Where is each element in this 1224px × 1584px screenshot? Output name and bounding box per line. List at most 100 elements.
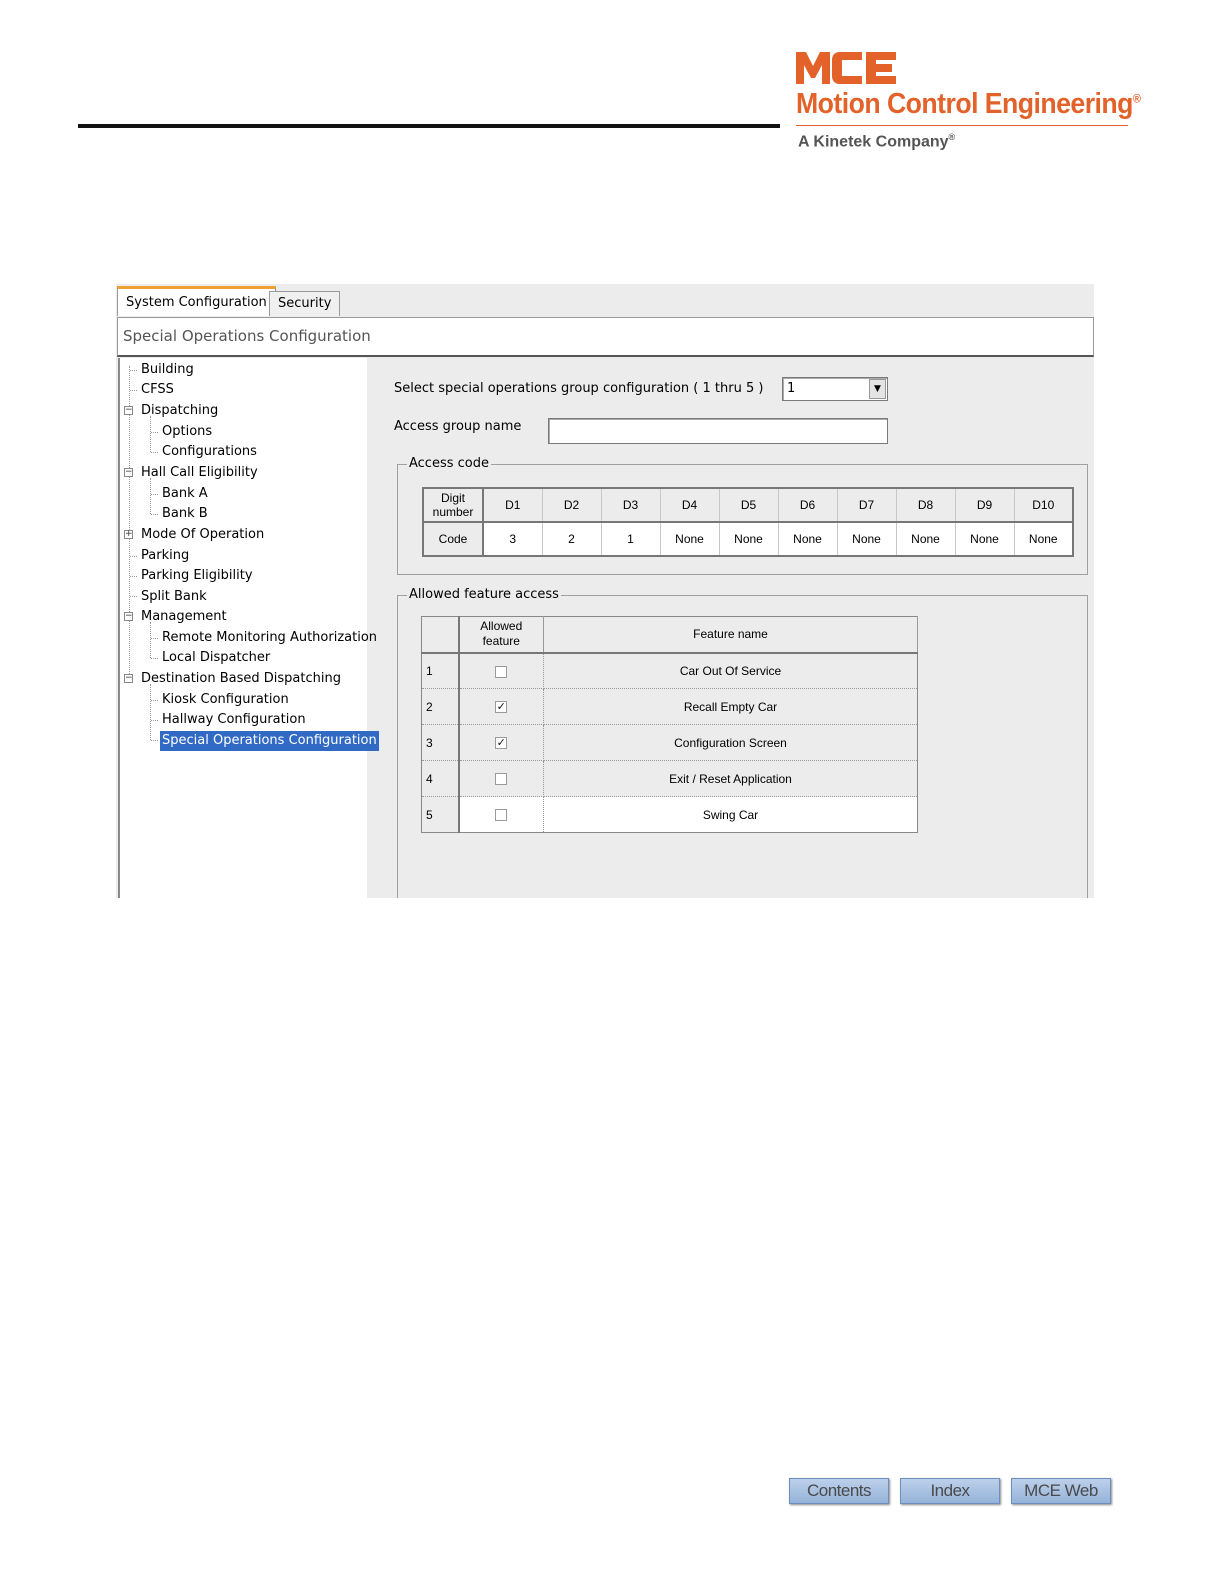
feature-name: Recall Empty Car [543,688,918,725]
code-cell[interactable]: None [895,521,956,557]
feature-header-row: Allowed feature Feature name [421,616,918,654]
tree-item-kiosk-configuration[interactable]: Kiosk Configuration [162,690,289,710]
table-row: 1 Car Out Of Service [421,652,918,689]
contents-button[interactable]: Contents [789,1478,889,1504]
tree-connector [151,514,158,515]
allowed-checkbox[interactable]: ✓ [495,701,508,714]
allowed-checkbox[interactable]: ✓ [495,737,508,750]
code-cell[interactable]: None [718,521,779,557]
code-cell[interactable]: 1 [600,521,661,557]
row-number: 4 [421,760,460,797]
digit-header: D9 [954,487,1015,523]
panel-title: Special Operations Configuration [123,327,371,345]
tree-connector [151,494,158,495]
access-code-legend: Access code [407,456,491,471]
allowed-checkbox[interactable] [495,809,508,822]
tree-item-special-operations-configuration[interactable]: Special Operations Configuration [160,731,379,751]
group-select[interactable]: 1 ▼ [782,377,888,401]
code-cell[interactable]: None [954,521,1015,557]
tab-system-configuration[interactable]: System Configuration [117,286,276,316]
tree-connector [130,390,137,391]
config-window: System Configuration Security Special Op… [116,284,1094,898]
digit-header: D10 [1013,487,1074,523]
tree-connector [151,432,158,433]
code-cell[interactable]: 3 [482,521,543,557]
collapse-icon[interactable]: − [124,468,133,477]
tree-item-configurations[interactable]: Configurations [162,442,257,462]
collapse-icon[interactable]: − [124,406,133,415]
tree-connector [150,622,151,658]
feature-name-header: Feature name [543,616,918,654]
digit-header: D3 [600,487,661,523]
allowed-cell [458,796,544,833]
tree-connector [130,556,137,557]
code-cell[interactable]: None [659,521,720,557]
chevron-down-icon[interactable]: ▼ [869,379,886,399]
allowed-checkbox[interactable] [495,773,508,786]
tree-connector [150,684,151,740]
digit-number-header: Digit number [422,487,484,523]
expand-icon[interactable]: + [124,530,133,539]
code-cell[interactable]: None [777,521,838,557]
tree-connector [130,576,137,577]
code-cell[interactable]: None [1013,521,1074,557]
digit-header: D7 [836,487,897,523]
tree-connector [151,740,158,741]
tree-connector [151,638,158,639]
allowed-feature-legend: Allowed feature access [407,587,561,602]
row-number: 3 [421,724,460,761]
tree-item-split-bank[interactable]: Split Bank [141,587,207,607]
group-select-label: Select special operations group configur… [394,381,764,396]
code-cell[interactable]: None [836,521,897,557]
access-code-table: Digit number D1 D2 D3 D4 D5 D6 D7 D8 D9 … [422,487,1074,557]
collapse-icon[interactable]: − [124,612,133,621]
tree-item-options[interactable]: Options [162,422,212,442]
tab-strip: System Configuration Security [116,284,1094,316]
digit-header: D2 [541,487,602,523]
panel-header: Special Operations Configuration [117,317,1094,357]
tree-item-bank-b[interactable]: Bank B [162,504,208,524]
tree-item-mode-of-operation[interactable]: Mode Of Operation [141,525,264,545]
tree-item-remote-monitoring-authorization[interactable]: Remote Monitoring Authorization [162,628,377,648]
brand-name: Motion Control Engineering® [796,88,1141,120]
group-select-value: 1 [787,381,796,396]
access-group-name-input[interactable] [548,418,888,444]
allowed-feature-header: Allowed feature [458,616,544,654]
table-row: 3 ✓ Configuration Screen [421,724,918,761]
feature-name: Swing Car [543,796,918,833]
allowed-checkbox[interactable] [495,665,508,678]
code-cell[interactable]: 2 [541,521,602,557]
tree-connector [130,370,137,371]
tree-item-bank-a[interactable]: Bank A [162,484,208,504]
tree-item-cfss[interactable]: CFSS [141,380,174,400]
allowed-cell [458,652,544,689]
tree-item-building[interactable]: Building [141,360,194,380]
tree-connector [151,452,158,453]
feature-name: Exit / Reset Application [543,760,918,797]
tree-item-dispatching[interactable]: Dispatching [141,401,218,421]
table-row: 2 ✓ Recall Empty Car [421,688,918,725]
allowed-cell [458,760,544,797]
mce-web-button[interactable]: MCE Web [1011,1478,1111,1504]
tree-item-management[interactable]: Management [141,607,227,627]
tab-security[interactable]: Security [269,291,341,316]
feature-table: Allowed feature Feature name 1 Car Out O… [421,616,918,833]
allowed-cell: ✓ [458,724,544,761]
tree-item-parking-eligibility[interactable]: Parking Eligibility [141,566,253,586]
tree-item-local-dispatcher[interactable]: Local Dispatcher [162,648,270,668]
digit-header: D8 [895,487,956,523]
index-button[interactable]: Index [900,1478,1000,1504]
mce-logo: Motion Control Engineering® A Kinetek Co… [796,50,1146,155]
mce-logo-mark [796,52,896,84]
tree-connector [150,416,151,452]
navigation-tree: − − + − − Building CFSS Dispatching Opti… [118,358,379,898]
brand-tagline: A Kinetek Company® [798,132,956,151]
feature-name: Configuration Screen [543,724,918,761]
tree-connector [150,478,151,514]
tree-item-destination-based-dispatching[interactable]: Destination Based Dispatching [141,669,341,689]
tree-item-parking[interactable]: Parking [141,546,189,566]
tree-item-hall-call-eligibility[interactable]: Hall Call Eligibility [141,463,258,483]
logo-divider [796,125,1128,126]
collapse-icon[interactable]: − [124,674,133,683]
tree-item-hallway-configuration[interactable]: Hallway Configuration [162,710,306,730]
